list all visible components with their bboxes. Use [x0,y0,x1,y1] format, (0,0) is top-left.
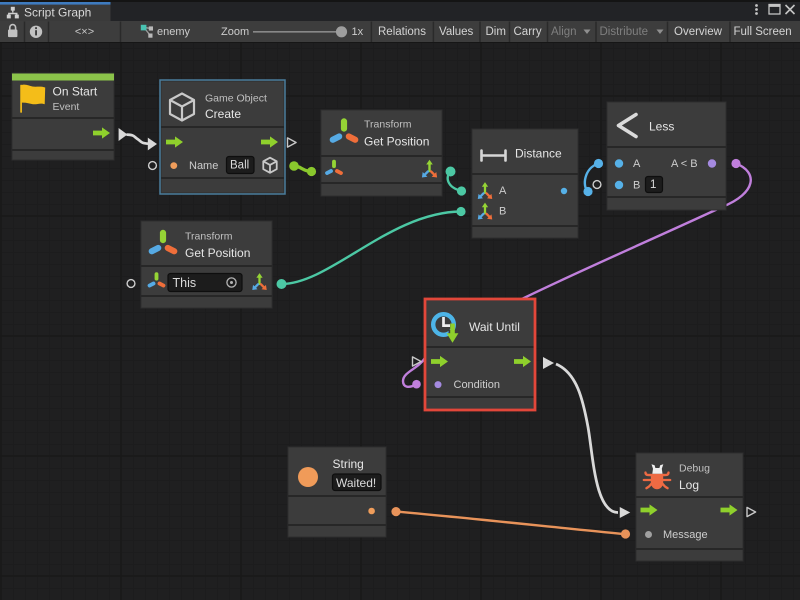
svg-text:Overview: Overview [674,26,723,38]
svg-text:Relations: Relations [378,26,426,38]
svg-text:Debug: Debug [679,463,710,475]
svg-text:This: This [173,276,197,290]
svg-text:Transform: Transform [364,119,412,131]
svg-text:Distance: Distance [515,147,562,161]
svg-text:Values: Values [439,26,474,38]
svg-text:Script Graph: Script Graph [24,5,91,19]
svg-text:A: A [633,158,641,170]
svg-text:enemy: enemy [157,26,191,38]
svg-text:Waited!: Waited! [336,476,376,490]
svg-text:Wait Until: Wait Until [469,320,520,334]
svg-text:Condition: Condition [454,379,500,391]
svg-text:1x: 1x [352,26,364,38]
svg-text:Game Object: Game Object [205,93,267,105]
svg-text:B: B [633,180,640,192]
svg-text:Name: Name [189,160,218,172]
svg-text:Create: Create [205,107,241,121]
svg-text:A: A [499,185,507,197]
svg-text:Get Position: Get Position [364,135,429,149]
svg-text:Carry: Carry [514,26,542,38]
svg-text:String: String [333,457,364,471]
svg-text:Ball: Ball [230,160,249,172]
svg-text:Zoom: Zoom [221,26,249,38]
svg-text:A < B: A < B [671,158,698,170]
svg-text:Message: Message [663,529,708,541]
svg-text:Dim: Dim [486,26,506,38]
svg-text:Get Position: Get Position [185,246,250,260]
svg-text:<×>: <×> [75,26,94,38]
svg-text:B: B [499,206,506,218]
svg-text:Align: Align [551,26,577,38]
svg-text:Event: Event [53,101,80,113]
svg-text:1: 1 [650,179,656,191]
svg-text:Less: Less [649,120,674,134]
svg-text:Log: Log [679,478,699,492]
svg-text:Full Screen: Full Screen [734,26,792,38]
svg-text:Distribute: Distribute [600,26,649,38]
svg-text:On Start: On Start [53,85,98,99]
svg-text:Transform: Transform [185,231,233,243]
